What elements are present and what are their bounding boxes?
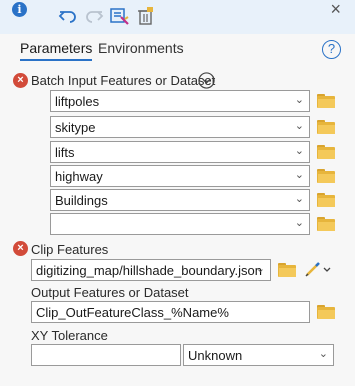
batch-input-label: Batch Input Features or Dataset bbox=[31, 73, 216, 88]
folder-icon[interactable] bbox=[317, 169, 335, 183]
batch-input-value: liftpoles bbox=[55, 94, 100, 109]
output-label: Output Features or Dataset bbox=[31, 285, 189, 300]
error-icon: × bbox=[13, 73, 28, 88]
parameters-panel: × Batch Input Features or Dataset liftpo… bbox=[0, 66, 355, 386]
batch-input-combo-empty[interactable]: ⌄ bbox=[50, 213, 310, 235]
chevron-down-icon[interactable]: ⌄ bbox=[295, 192, 304, 205]
batch-input-value: Buildings bbox=[55, 193, 108, 208]
save-environment-icon[interactable] bbox=[110, 6, 130, 26]
xy-tolerance-label: XY Tolerance bbox=[31, 328, 108, 343]
output-value: Clip_OutFeatureClass_%Name% bbox=[36, 305, 229, 320]
clear-icon[interactable] bbox=[136, 6, 156, 26]
batch-input-value: skitype bbox=[55, 120, 96, 135]
close-icon[interactable]: × bbox=[330, 0, 341, 18]
batch-input-combo[interactable]: highway ⌄ bbox=[50, 165, 310, 187]
chevron-down-icon[interactable]: ⌄ bbox=[295, 168, 304, 181]
tab-environments[interactable]: Environments bbox=[98, 40, 184, 56]
chevron-down-icon[interactable]: ⌄ bbox=[295, 119, 304, 132]
batch-input-value: lifts bbox=[55, 145, 75, 160]
clip-features-combo[interactable]: digitizing_map/hillshade_boundary.json ⌄ bbox=[31, 259, 271, 281]
folder-icon[interactable] bbox=[317, 120, 335, 134]
batch-input-combo[interactable]: lifts ⌄ bbox=[50, 141, 310, 163]
output-field[interactable]: Clip_OutFeatureClass_%Name% bbox=[31, 301, 310, 323]
pencil-icon[interactable] bbox=[303, 260, 333, 278]
batch-input-combo[interactable]: Buildings ⌄ bbox=[50, 189, 310, 211]
clip-features-value: digitizing_map/hillshade_boundary.json bbox=[36, 263, 262, 278]
batch-input-combo[interactable]: skitype ⌄ bbox=[50, 116, 310, 138]
folder-icon[interactable] bbox=[317, 305, 335, 319]
error-icon: × bbox=[13, 241, 28, 256]
folder-icon[interactable] bbox=[317, 94, 335, 108]
help-icon[interactable]: ? bbox=[322, 40, 341, 59]
chevron-down-circle-icon[interactable] bbox=[198, 72, 215, 89]
xy-tolerance-unit-select[interactable]: Unknown ⌄ bbox=[183, 344, 334, 366]
clip-features-label: Clip Features bbox=[31, 242, 109, 257]
tab-parameters[interactable]: Parameters bbox=[20, 40, 93, 61]
chevron-down-icon[interactable]: ⌄ bbox=[319, 347, 328, 360]
folder-icon[interactable] bbox=[317, 217, 335, 231]
xy-tolerance-field[interactable] bbox=[31, 344, 181, 366]
folder-icon[interactable] bbox=[278, 263, 296, 277]
redo-icon[interactable] bbox=[84, 6, 104, 26]
tab-bar: Parameters Environments ? bbox=[0, 34, 355, 66]
chevron-down-icon[interactable]: ⌄ bbox=[295, 93, 304, 106]
xy-tolerance-unit: Unknown bbox=[188, 348, 243, 363]
batch-input-combo[interactable]: liftpoles ⌄ bbox=[50, 90, 310, 112]
chevron-down-icon[interactable]: ⌄ bbox=[295, 216, 304, 229]
folder-icon[interactable] bbox=[317, 145, 335, 159]
chevron-down-icon[interactable]: ⌄ bbox=[256, 262, 265, 275]
info-icon[interactable]: i bbox=[12, 2, 27, 17]
chevron-down-icon[interactable]: ⌄ bbox=[295, 144, 304, 157]
folder-icon[interactable] bbox=[317, 193, 335, 207]
undo-icon[interactable] bbox=[58, 6, 78, 26]
batch-input-value: highway bbox=[55, 169, 103, 184]
toolbar: i × bbox=[0, 0, 355, 34]
